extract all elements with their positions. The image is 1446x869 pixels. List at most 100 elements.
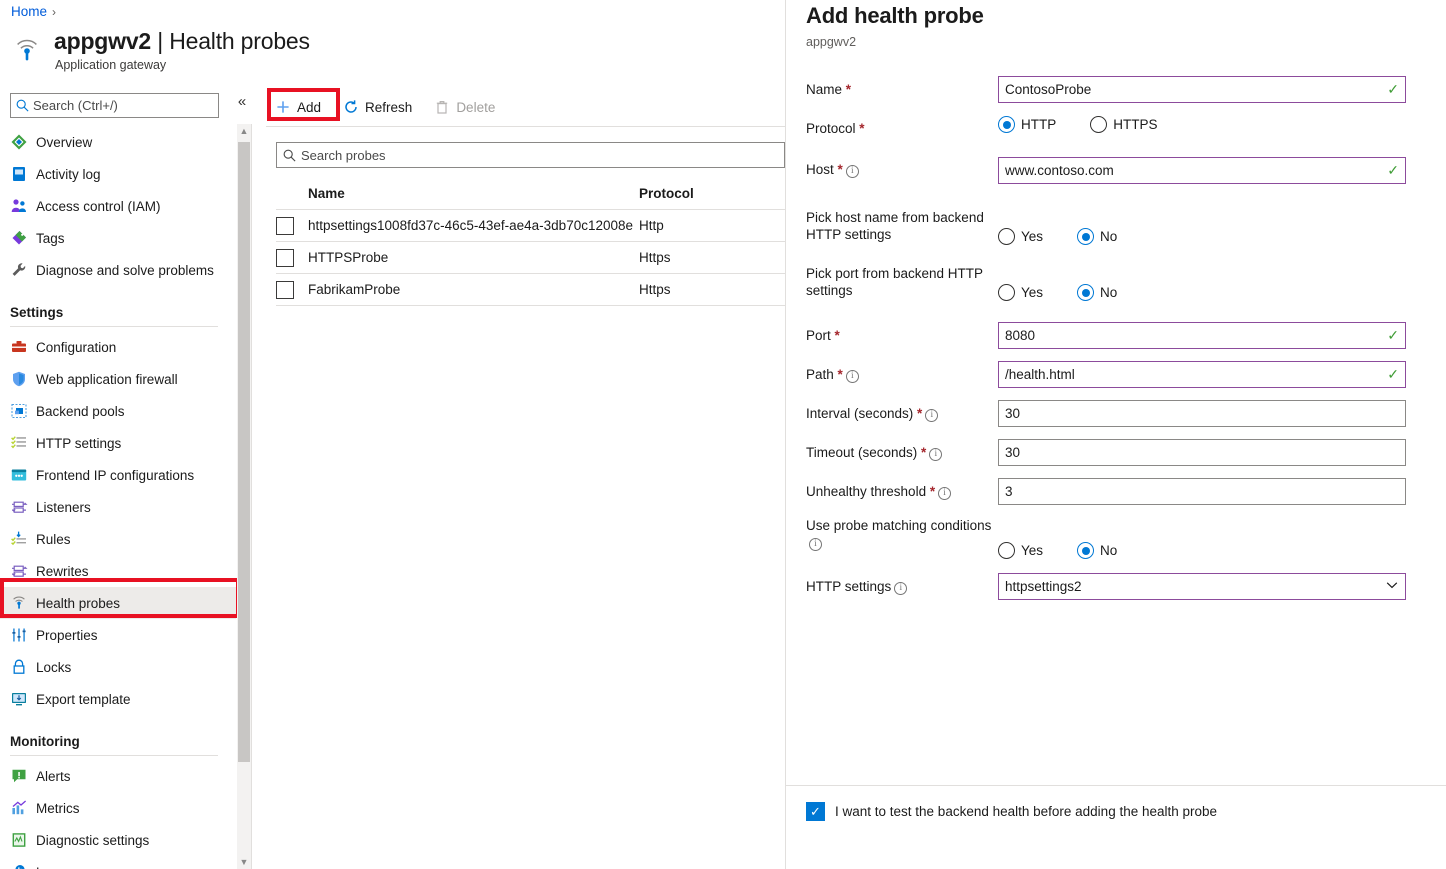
required-marker: * — [926, 484, 936, 499]
http-settings-dropdown[interactable]: httpsettings2 — [998, 573, 1406, 600]
breadcrumb-separator: › — [52, 5, 57, 19]
sidebar-item-label: Configuration — [36, 339, 117, 355]
pick-port-radio-no[interactable]: No — [1077, 284, 1117, 301]
field-row-probe-matching: Use probe matching conditions i Yes No — [786, 517, 1446, 573]
radio-off-icon — [1090, 116, 1108, 133]
sidebar-item-access-control[interactable]: Access control (IAM) — [0, 190, 236, 222]
sidebar-item-backend-pools[interactable]: Backend pools — [0, 395, 236, 427]
scrollbar-thumb[interactable] — [238, 142, 250, 762]
path-input-value: /health.html — [1005, 367, 1075, 382]
access-control-icon — [10, 197, 28, 215]
probe-matching-radio-no[interactable]: No — [1077, 542, 1117, 559]
row-checkbox[interactable] — [276, 216, 294, 235]
sidebar-item-diagnostic-settings[interactable]: Diagnostic settings — [0, 824, 236, 856]
probes-search-input[interactable]: Search probes — [276, 142, 785, 168]
sidebar-item-label: Tags — [36, 230, 65, 246]
probes-search-placeholder: Search probes — [301, 147, 386, 163]
add-button[interactable]: Add — [266, 92, 330, 122]
sidebar-item-frontend-ip-configurations[interactable]: Frontend IP configurations — [0, 459, 236, 491]
column-header-name[interactable]: Name — [308, 186, 639, 201]
row-checkbox[interactable] — [276, 280, 294, 299]
sidebar-item-export-template[interactable]: Export template — [0, 683, 236, 715]
info-icon[interactable]: i — [894, 582, 908, 595]
sidebar-item-activity-log[interactable]: Activity log — [0, 158, 236, 190]
sidebar-item-rules[interactable]: Rules — [0, 523, 236, 555]
sidebar-item-listeners[interactable]: Listeners — [0, 491, 236, 523]
sidebar-item-web-application-firewall[interactable]: Web application firewall — [0, 363, 236, 395]
sidebar-item-configuration[interactable]: Configuration — [0, 331, 236, 363]
path-input[interactable]: /health.html ✓ — [998, 361, 1406, 388]
table-row[interactable]: HTTPSProbe Https — [276, 242, 785, 274]
table-row[interactable]: httpsettings1008fd37c-46c5-43ef-ae4a-3db… — [276, 210, 785, 242]
sidebar-item-overview[interactable]: Overview — [0, 126, 236, 158]
interval-input[interactable]: 30 — [998, 400, 1406, 427]
field-row-pick-host: Pick host name from backend HTTP setting… — [786, 209, 1446, 265]
search-icon — [282, 148, 297, 163]
refresh-button[interactable]: Refresh — [334, 92, 421, 122]
info-icon[interactable]: i — [845, 370, 859, 383]
pick-port-radio-yes[interactable]: Yes — [998, 284, 1043, 301]
valid-check-icon: ✓ — [1387, 81, 1399, 97]
name-input[interactable]: ContosoProbe ✓ — [998, 76, 1406, 103]
scroll-up-icon[interactable]: ▲ — [237, 124, 251, 138]
command-bar: Add Refresh Delete — [266, 90, 504, 124]
info-icon[interactable]: i — [925, 409, 939, 422]
sidebar-item-properties[interactable]: Properties — [0, 619, 236, 651]
sidebar-item-label: Listeners — [36, 499, 91, 515]
info-icon[interactable]: i — [929, 448, 943, 461]
pick-host-radio-no[interactable]: No — [1077, 228, 1117, 245]
sidebar-item-diagnose[interactable]: Diagnose and solve problems — [0, 254, 236, 286]
cell-name: FabrikamProbe — [308, 282, 401, 297]
column-header-protocol[interactable]: Protocol — [639, 186, 785, 201]
sidebar-divider — [10, 755, 218, 756]
sidebar-item-label: Diagnose and solve problems — [36, 262, 214, 278]
valid-check-icon: ✓ — [1387, 327, 1399, 343]
sidebar-item-alerts[interactable]: Alerts — [0, 760, 236, 792]
table-row[interactable]: FabrikamProbe Https — [276, 274, 785, 306]
sidebar-item-http-settings[interactable]: HTTP settings — [0, 427, 236, 459]
logs-icon — [10, 863, 28, 869]
port-input[interactable]: 8080 ✓ — [998, 322, 1406, 349]
radio-on-icon — [1077, 228, 1095, 245]
info-icon[interactable]: i — [809, 538, 822, 551]
pick-host-radio-group: Yes No — [998, 228, 1117, 245]
info-icon[interactable]: i — [938, 487, 952, 500]
sidebar-item-health-probes[interactable]: Health probes — [0, 587, 236, 619]
required-marker: * — [913, 406, 923, 421]
host-input[interactable]: www.contoso.com ✓ — [998, 157, 1406, 184]
probe-matching-radio-yes[interactable]: Yes — [998, 542, 1043, 559]
protocol-radio-http[interactable]: HTTP — [998, 116, 1056, 133]
sidebar-item-rewrites[interactable]: Rewrites — [0, 555, 236, 587]
info-icon[interactable]: i — [845, 165, 859, 178]
port-field-wrap: 8080 ✓ — [998, 322, 1406, 349]
search-placeholder-text: Search (Ctrl+/) — [33, 98, 118, 113]
sidebar-item-tags[interactable]: Tags — [0, 222, 236, 254]
collapse-nav-button[interactable]: « — [232, 91, 252, 113]
path-field-wrap: /health.html ✓ — [998, 361, 1406, 388]
sidebar-item-metrics[interactable]: Metrics — [0, 792, 236, 824]
cell-protocol: Http — [639, 218, 664, 233]
test-backend-health-checkbox[interactable]: ✓ — [806, 802, 825, 821]
sidebar-item-label: Overview — [36, 134, 93, 150]
sidebar-scrollbar[interactable]: ▲ ▼ — [237, 124, 251, 869]
sidebar-divider — [10, 326, 218, 327]
label-port: Port * — [806, 327, 996, 344]
search-input[interactable]: Search (Ctrl+/) — [10, 93, 219, 118]
row-checkbox[interactable] — [276, 248, 294, 267]
sidebar-item-logs[interactable]: Logs — [0, 856, 236, 869]
breadcrumb-home[interactable]: Home — [11, 4, 47, 19]
pick-host-radio-yes[interactable]: Yes — [998, 228, 1043, 245]
rewrites-icon — [10, 562, 28, 580]
protocol-radio-https[interactable]: HTTPS — [1090, 116, 1158, 133]
page-title: appgwv2 | Health probes — [54, 28, 310, 55]
radio-on-icon — [1077, 284, 1095, 301]
scroll-down-icon[interactable]: ▼ — [237, 855, 251, 869]
sidebar-item-locks[interactable]: Locks — [0, 651, 236, 683]
unhealthy-threshold-input[interactable]: 3 — [998, 478, 1406, 505]
required-marker: * — [833, 367, 843, 382]
field-row-port: Port * 8080 ✓ — [786, 322, 1446, 361]
timeout-input[interactable]: 30 — [998, 439, 1406, 466]
field-row-unhealthy-threshold: Unhealthy threshold * i 3 — [786, 478, 1446, 517]
table-header-row: Name Protocol — [276, 178, 785, 210]
sidebar-item-label: Metrics — [36, 800, 80, 816]
